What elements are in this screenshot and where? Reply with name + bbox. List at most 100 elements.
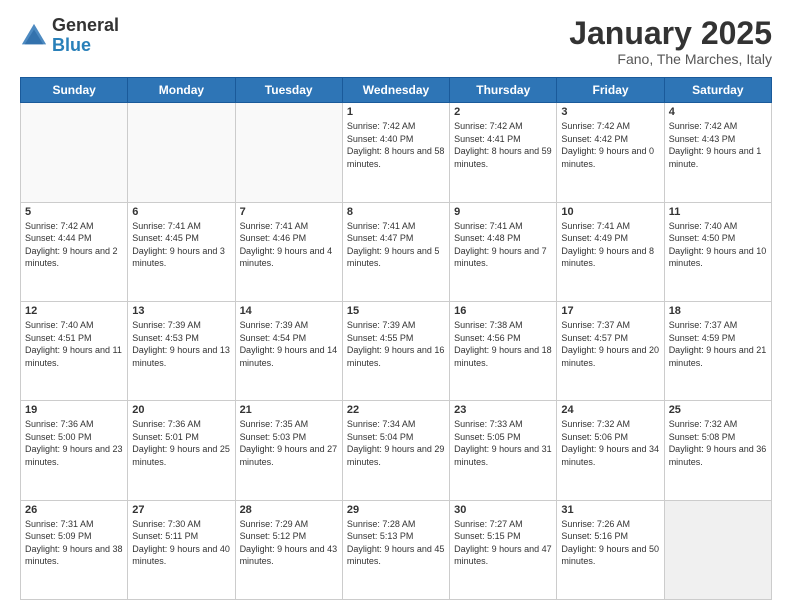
day-number: 1 bbox=[347, 106, 445, 118]
day-number: 8 bbox=[347, 206, 445, 218]
table-row bbox=[235, 103, 342, 202]
day-info: Sunrise: 7:37 AM Sunset: 4:59 PM Dayligh… bbox=[669, 319, 767, 369]
calendar-table: Sunday Monday Tuesday Wednesday Thursday… bbox=[20, 77, 772, 600]
table-row: 4 Sunrise: 7:42 AM Sunset: 4:43 PM Daylig… bbox=[664, 103, 771, 202]
day-info: Sunrise: 7:39 AM Sunset: 4:54 PM Dayligh… bbox=[240, 319, 338, 369]
col-thursday: Thursday bbox=[450, 78, 557, 103]
day-info: Sunrise: 7:41 AM Sunset: 4:48 PM Dayligh… bbox=[454, 220, 552, 270]
table-row: 10 Sunrise: 7:41 AM Sunset: 4:49 PM Dayli… bbox=[557, 202, 664, 301]
header: General Blue January 2025 Fano, The Marc… bbox=[20, 16, 772, 67]
day-info: Sunrise: 7:28 AM Sunset: 5:13 PM Dayligh… bbox=[347, 518, 445, 568]
day-number: 9 bbox=[454, 206, 552, 218]
col-monday: Monday bbox=[128, 78, 235, 103]
day-info: Sunrise: 7:37 AM Sunset: 4:57 PM Dayligh… bbox=[561, 319, 659, 369]
table-row: 3Sunrise: 7:42 AM Sunset: 4:42 PM Daylig… bbox=[557, 103, 664, 202]
table-row: 11Sunrise: 7:40 AM Sunset: 4:50 PM Dayli… bbox=[664, 202, 771, 301]
day-number: 17 bbox=[561, 305, 659, 317]
col-tuesday: Tuesday bbox=[235, 78, 342, 103]
day-number: 15 bbox=[347, 305, 445, 317]
day-info: Sunrise: 7:36 AM Sunset: 5:01 PM Dayligh… bbox=[132, 418, 230, 468]
day-number: 7 bbox=[240, 206, 338, 218]
day-info: Sunrise: 7:36 AM Sunset: 5:00 PM Dayligh… bbox=[25, 418, 123, 468]
location: Fano, The Marches, Italy bbox=[569, 51, 772, 67]
day-info: Sunrise: 7:33 AM Sunset: 5:05 PM Dayligh… bbox=[454, 418, 552, 468]
day-info: Sunrise: 7:32 AM Sunset: 5:06 PM Dayligh… bbox=[561, 418, 659, 468]
day-number: 27 bbox=[132, 504, 230, 516]
table-row: 24 Sunrise: 7:32 AM Sunset: 5:06 PM Dayli… bbox=[557, 401, 664, 500]
logo-general-text: General bbox=[52, 15, 119, 35]
day-number: 2 bbox=[454, 106, 552, 118]
day-number: 16 bbox=[454, 305, 552, 317]
table-row: 28Sunrise: 7:29 AM Sunset: 5:12 PM Dayli… bbox=[235, 500, 342, 599]
day-info: Sunrise: 7:41 AM Sunset: 4:49 PM Dayligh… bbox=[561, 220, 659, 270]
table-row: 6 Sunrise: 7:41 AM Sunset: 4:45 PM Daylig… bbox=[128, 202, 235, 301]
day-number: 3 bbox=[561, 106, 659, 118]
table-row: 8Sunrise: 7:41 AM Sunset: 4:47 PM Daylig… bbox=[342, 202, 449, 301]
table-row: 29 Sunrise: 7:28 AM Sunset: 5:13 PM Dayli… bbox=[342, 500, 449, 599]
table-row: 25 Sunrise: 7:32 AM Sunset: 5:08 PM Dayli… bbox=[664, 401, 771, 500]
day-number: 18 bbox=[669, 305, 767, 317]
day-number: 4 bbox=[669, 106, 767, 118]
table-row bbox=[128, 103, 235, 202]
day-info: Sunrise: 7:42 AM Sunset: 4:40 PM Dayligh… bbox=[347, 120, 445, 170]
day-number: 21 bbox=[240, 404, 338, 416]
table-row: 26Sunrise: 7:31 AM Sunset: 5:09 PM Dayli… bbox=[21, 500, 128, 599]
day-number: 24 bbox=[561, 404, 659, 416]
day-number: 22 bbox=[347, 404, 445, 416]
logo-text: General Blue bbox=[52, 16, 119, 56]
table-row: 27 Sunrise: 7:30 AM Sunset: 5:11 PM Dayli… bbox=[128, 500, 235, 599]
day-info: Sunrise: 7:42 AM Sunset: 4:43 PM Dayligh… bbox=[669, 120, 767, 170]
day-number: 14 bbox=[240, 305, 338, 317]
day-info: Sunrise: 7:39 AM Sunset: 4:55 PM Dayligh… bbox=[347, 319, 445, 369]
day-info: Sunrise: 7:30 AM Sunset: 5:11 PM Dayligh… bbox=[132, 518, 230, 568]
logo-blue-text: Blue bbox=[52, 35, 91, 55]
day-info: Sunrise: 7:40 AM Sunset: 4:50 PM Dayligh… bbox=[669, 220, 767, 270]
day-info: Sunrise: 7:32 AM Sunset: 5:08 PM Dayligh… bbox=[669, 418, 767, 468]
calendar-week-row: 5Sunrise: 7:42 AM Sunset: 4:44 PM Daylig… bbox=[21, 202, 772, 301]
day-info: Sunrise: 7:41 AM Sunset: 4:45 PM Dayligh… bbox=[132, 220, 230, 270]
day-info: Sunrise: 7:41 AM Sunset: 4:46 PM Dayligh… bbox=[240, 220, 338, 270]
day-number: 19 bbox=[25, 404, 123, 416]
day-info: Sunrise: 7:26 AM Sunset: 5:16 PM Dayligh… bbox=[561, 518, 659, 568]
col-wednesday: Wednesday bbox=[342, 78, 449, 103]
day-number: 13 bbox=[132, 305, 230, 317]
table-row: 1 Sunrise: 7:42 AM Sunset: 4:40 PM Daylig… bbox=[342, 103, 449, 202]
table-row: 5Sunrise: 7:42 AM Sunset: 4:44 PM Daylig… bbox=[21, 202, 128, 301]
day-number: 30 bbox=[454, 504, 552, 516]
calendar-week-row: 12 Sunrise: 7:40 AM Sunset: 4:51 PM Dayli… bbox=[21, 301, 772, 400]
table-row: 30Sunrise: 7:27 AM Sunset: 5:15 PM Dayli… bbox=[450, 500, 557, 599]
table-row: 7 Sunrise: 7:41 AM Sunset: 4:46 PM Daylig… bbox=[235, 202, 342, 301]
day-info: Sunrise: 7:42 AM Sunset: 4:41 PM Dayligh… bbox=[454, 120, 552, 170]
table-row: 23 Sunrise: 7:33 AM Sunset: 5:05 PM Dayli… bbox=[450, 401, 557, 500]
calendar-week-row: 1 Sunrise: 7:42 AM Sunset: 4:40 PM Daylig… bbox=[21, 103, 772, 202]
table-row: 15 Sunrise: 7:39 AM Sunset: 4:55 PM Dayli… bbox=[342, 301, 449, 400]
day-number: 28 bbox=[240, 504, 338, 516]
table-row: 31Sunrise: 7:26 AM Sunset: 5:16 PM Dayli… bbox=[557, 500, 664, 599]
day-info: Sunrise: 7:38 AM Sunset: 4:56 PM Dayligh… bbox=[454, 319, 552, 369]
day-number: 26 bbox=[25, 504, 123, 516]
day-number: 12 bbox=[25, 305, 123, 317]
day-info: Sunrise: 7:34 AM Sunset: 5:04 PM Dayligh… bbox=[347, 418, 445, 468]
day-number: 23 bbox=[454, 404, 552, 416]
calendar-header-row: Sunday Monday Tuesday Wednesday Thursday… bbox=[21, 78, 772, 103]
col-friday: Friday bbox=[557, 78, 664, 103]
col-sunday: Sunday bbox=[21, 78, 128, 103]
day-info: Sunrise: 7:35 AM Sunset: 5:03 PM Dayligh… bbox=[240, 418, 338, 468]
title-block: January 2025 Fano, The Marches, Italy bbox=[569, 16, 772, 67]
day-number: 6 bbox=[132, 206, 230, 218]
day-number: 20 bbox=[132, 404, 230, 416]
calendar-week-row: 19 Sunrise: 7:36 AM Sunset: 5:00 PM Dayli… bbox=[21, 401, 772, 500]
day-number: 10 bbox=[561, 206, 659, 218]
calendar-week-row: 26Sunrise: 7:31 AM Sunset: 5:09 PM Dayli… bbox=[21, 500, 772, 599]
day-number: 25 bbox=[669, 404, 767, 416]
table-row: 16 Sunrise: 7:38 AM Sunset: 4:56 PM Dayli… bbox=[450, 301, 557, 400]
day-number: 29 bbox=[347, 504, 445, 516]
day-number: 5 bbox=[25, 206, 123, 218]
table-row: 12 Sunrise: 7:40 AM Sunset: 4:51 PM Dayli… bbox=[21, 301, 128, 400]
month-title: January 2025 bbox=[569, 16, 772, 51]
table-row: 13 Sunrise: 7:39 AM Sunset: 4:53 PM Dayli… bbox=[128, 301, 235, 400]
logo: General Blue bbox=[20, 16, 119, 56]
day-info: Sunrise: 7:39 AM Sunset: 4:53 PM Dayligh… bbox=[132, 319, 230, 369]
day-info: Sunrise: 7:40 AM Sunset: 4:51 PM Dayligh… bbox=[25, 319, 123, 369]
col-saturday: Saturday bbox=[664, 78, 771, 103]
